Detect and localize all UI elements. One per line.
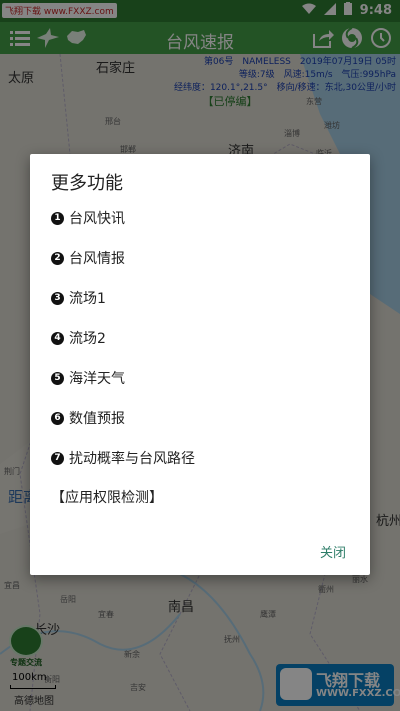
number-badge: 7: [51, 451, 64, 465]
close-button[interactable]: 关闭: [320, 542, 346, 561]
menu-item-label: 扰动概率与台风路径: [69, 451, 195, 467]
menu-item-label: 台风快讯: [69, 211, 125, 227]
number-badge: 6: [51, 411, 64, 425]
number-badge: 1: [51, 211, 64, 225]
dialog-title: 更多功能: [51, 173, 123, 194]
menu-item-label: 数值预报: [69, 411, 125, 427]
menu-item-label: 台风情报: [69, 251, 125, 267]
number-badge: 5: [51, 371, 64, 385]
number-badge: 3: [51, 291, 64, 305]
number-badge: 4: [51, 331, 64, 345]
menu-item-typhoon-intel[interactable]: 2 台风情报: [51, 246, 125, 270]
permission-check-item[interactable]: 【应用权限检测】: [51, 487, 163, 507]
menu-item-label: 流场2: [69, 331, 106, 347]
number-badge: 2: [51, 251, 64, 265]
menu-item-flow-field-2[interactable]: 4 流场2: [51, 326, 106, 350]
menu-item-typhoon-news[interactable]: 1 台风快讯: [51, 206, 125, 230]
menu-item-ocean-weather[interactable]: 5 海洋天气: [51, 366, 125, 390]
menu-item-flow-field-1[interactable]: 3 流场1: [51, 286, 106, 310]
menu-item-label: 流场1: [69, 291, 106, 307]
menu-item-disturbance-probability[interactable]: 7 扰动概率与台风路径: [51, 446, 195, 470]
menu-item-numerical-forecast[interactable]: 6 数值预报: [51, 406, 125, 430]
more-functions-dialog: 更多功能 1 台风快讯 2 台风情报 3 流场1 4 流场2 5 海洋天气 6 …: [30, 154, 370, 575]
menu-item-label: 海洋天气: [69, 371, 125, 387]
